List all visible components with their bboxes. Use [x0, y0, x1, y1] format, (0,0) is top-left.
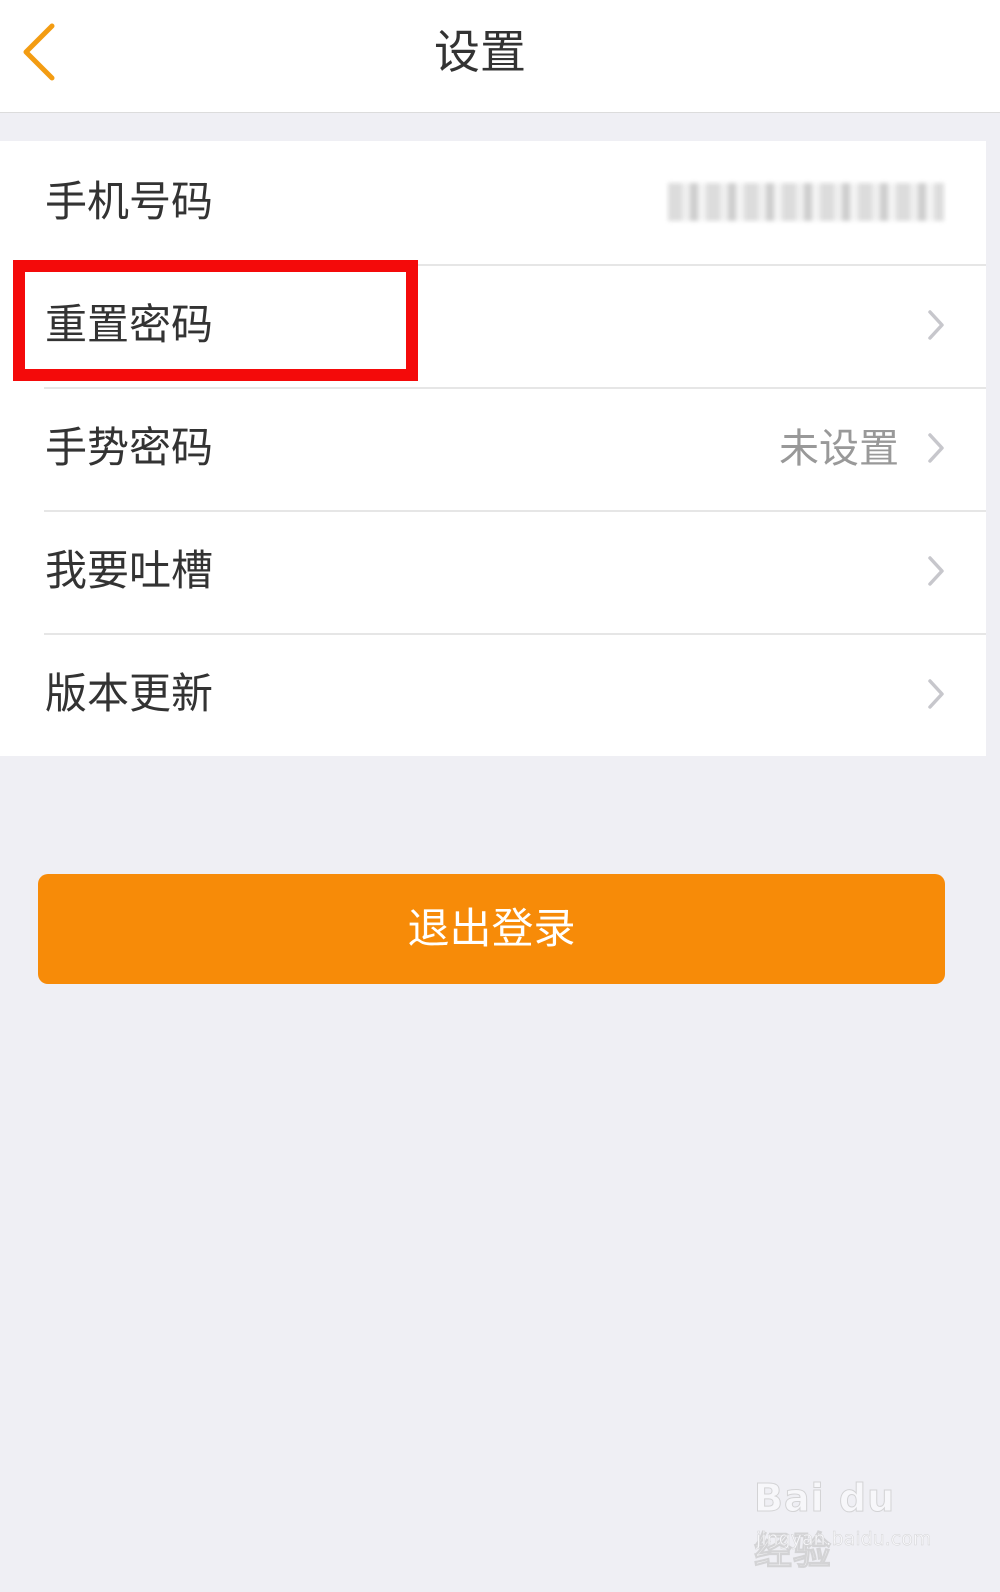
phone-number-redacted: [668, 183, 944, 221]
chevron-right-icon: [928, 556, 944, 586]
settings-item-label: 手势密码: [45, 423, 214, 472]
watermark: Bai du 经验 jingyan.baidu.com: [754, 1462, 944, 1574]
settings-item-label: 版本更新: [45, 669, 214, 718]
settings-item-label: 重置密码: [45, 300, 214, 349]
settings-list: 手机号码 重置密码 手势密码 未设置 我要吐槽 版本更新: [0, 141, 986, 756]
settings-item-reset-password[interactable]: 重置密码: [0, 264, 986, 387]
settings-item-gesture-password[interactable]: 手势密码 未设置: [0, 387, 986, 510]
navigation-bar: 设置: [0, 0, 1000, 113]
watermark-url: jingyan.baidu.com: [756, 1528, 932, 1551]
settings-item-version-update[interactable]: 版本更新: [0, 633, 986, 756]
chevron-right-icon: [928, 433, 944, 463]
settings-item-label: 我要吐槽: [45, 546, 214, 595]
settings-item-label: 手机号码: [45, 177, 214, 226]
watermark-logo: Bai du 经验: [754, 1476, 896, 1574]
settings-item-phone[interactable]: 手机号码: [0, 141, 986, 264]
page-title: 设置: [434, 25, 526, 79]
settings-item-feedback[interactable]: 我要吐槽: [0, 510, 986, 633]
settings-item-value: 未设置: [779, 426, 899, 472]
logout-button[interactable]: 退出登录: [38, 874, 945, 984]
chevron-right-icon: [928, 679, 944, 709]
chevron-right-icon: [928, 310, 944, 340]
